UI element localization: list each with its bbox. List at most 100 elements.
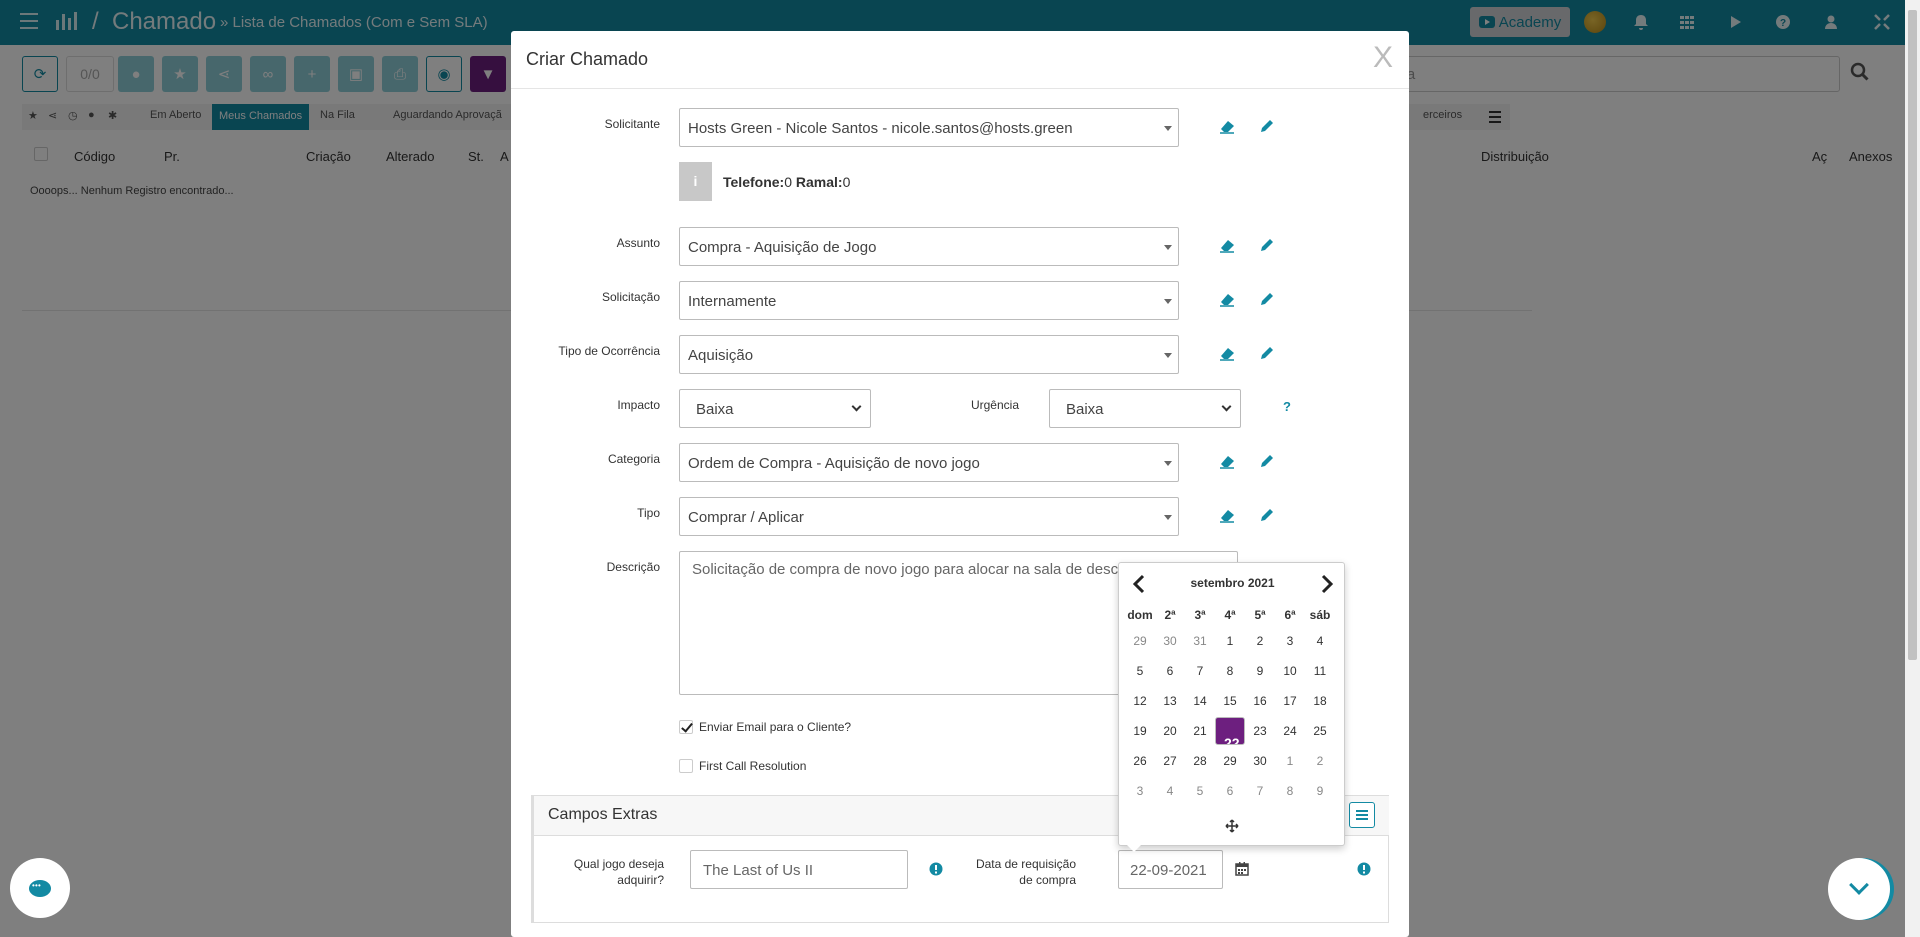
datepicker-day[interactable]: 8	[1275, 777, 1305, 805]
modal-divider	[511, 88, 1409, 89]
next-month-icon[interactable]	[1315, 573, 1337, 595]
urgencia-label: Urgência	[970, 398, 1019, 412]
tipo-label: Tipo	[637, 506, 660, 520]
datepicker-day[interactable]: 8	[1215, 657, 1245, 685]
datepicker-day[interactable]: 30	[1245, 747, 1275, 775]
solicitante-label: Solicitante	[604, 117, 660, 131]
pencil-icon[interactable]	[1258, 290, 1276, 308]
campos-extras-menu-button[interactable]	[1349, 802, 1375, 828]
impacto-select[interactable]: Baixa	[679, 389, 871, 428]
datepicker-day[interactable]: 11	[1305, 657, 1335, 685]
first-call-resolution-checkbox[interactable]	[679, 759, 693, 773]
move-icon[interactable]	[1225, 819, 1239, 833]
datepicker-dow: 3ª	[1194, 608, 1206, 622]
datepicker-day[interactable]: 3	[1275, 627, 1305, 655]
datepicker-dow: 5ª	[1254, 608, 1266, 622]
first-call-resolution-label[interactable]: First Call Resolution	[699, 759, 806, 773]
datepicker-day[interactable]: 27	[1155, 747, 1185, 775]
datepicker-day[interactable]: 10	[1275, 657, 1305, 685]
info-icon: i	[679, 162, 712, 201]
datepicker-day-selected[interactable]: 22	[1215, 717, 1245, 745]
chat-fab-button[interactable]	[10, 858, 70, 918]
pencil-icon[interactable]	[1258, 506, 1276, 524]
solicitacao-label: Solicitação	[601, 290, 660, 304]
datepicker-day[interactable]: 25	[1305, 717, 1335, 745]
datepicker-day[interactable]: 16	[1245, 687, 1275, 715]
categoria-label: Categoria	[607, 452, 660, 466]
datepicker-day[interactable]: 9	[1245, 657, 1275, 685]
datepicker-day[interactable]: 26	[1125, 747, 1155, 775]
phone-info: Telefone:0 Ramal:0	[723, 174, 851, 190]
datepicker-dow: 4ª	[1224, 608, 1236, 622]
calendar-icon[interactable]	[1234, 861, 1250, 877]
solicitante-select[interactable]: Hosts Green - Nicole Santos - nicole.san…	[679, 108, 1179, 147]
scrollbar-thumb[interactable]	[1908, 10, 1917, 660]
eraser-icon[interactable]	[1218, 506, 1236, 524]
datepicker-day[interactable]: 29	[1125, 627, 1155, 655]
solicitacao-select[interactable]: Internamente	[679, 281, 1179, 320]
eraser-icon[interactable]	[1218, 452, 1236, 470]
datepicker-day[interactable]: 13	[1155, 687, 1185, 715]
datepicker-day[interactable]: 4	[1305, 627, 1335, 655]
enviar-email-label[interactable]: Enviar Email para o Cliente?	[699, 720, 851, 734]
datepicker-day[interactable]: 31	[1185, 627, 1215, 655]
assunto-label: Assunto	[616, 236, 660, 250]
enviar-email-checkbox[interactable]	[679, 720, 693, 734]
datepicker-day[interactable]: 7	[1185, 657, 1215, 685]
datepicker-day[interactable]: 28	[1185, 747, 1215, 775]
urgencia-select[interactable]: Baixa	[1049, 389, 1241, 428]
qual-jogo-input[interactable]: The Last of Us II	[690, 850, 908, 889]
datepicker-day[interactable]: 21	[1185, 717, 1215, 745]
datepicker-day[interactable]: 5	[1125, 657, 1155, 685]
datepicker-day[interactable]: 24	[1275, 717, 1305, 745]
datepicker-day[interactable]: 19	[1125, 717, 1155, 745]
data-requisicao-input[interactable]: 22-09-2021	[1118, 850, 1223, 889]
impacto-label: Impacto	[617, 398, 660, 412]
datepicker-day[interactable]: 1	[1215, 627, 1245, 655]
datepicker-day[interactable]: 6	[1215, 777, 1245, 805]
datepicker-day[interactable]: 20	[1155, 717, 1185, 745]
datepicker-day[interactable]: 14	[1185, 687, 1215, 715]
page-scrollbar[interactable]	[1905, 0, 1920, 937]
datepicker-day[interactable]: 17	[1275, 687, 1305, 715]
datepicker-day[interactable]: 5	[1185, 777, 1215, 805]
eraser-icon[interactable]	[1218, 290, 1236, 308]
datepicker-day[interactable]: 2	[1245, 627, 1275, 655]
qual-jogo-label: Qual jogo deseja adquirir?	[573, 857, 664, 887]
prev-month-icon[interactable]	[1129, 573, 1151, 595]
datepicker-day[interactable]: 15	[1215, 687, 1245, 715]
eraser-icon[interactable]	[1218, 344, 1236, 362]
datepicker-day[interactable]: 30	[1155, 627, 1185, 655]
pencil-icon[interactable]	[1258, 452, 1276, 470]
datepicker-day[interactable]: 12	[1125, 687, 1155, 715]
datepicker: setembro 2021 dom 2ª 3ª 4ª 5ª 6ª sáb 29 30 31 1 2 3…	[1118, 562, 1345, 852]
datepicker-day[interactable]: 7	[1245, 777, 1275, 805]
datepicker-dow: 6ª	[1284, 608, 1296, 622]
categoria-select[interactable]: Ordem de Compra - Aquisição de novo jogo	[679, 443, 1179, 482]
pencil-icon[interactable]	[1258, 344, 1276, 362]
datepicker-day[interactable]: 2	[1305, 747, 1335, 775]
tipo-ocorrencia-label: Tipo de Ocorrência	[558, 344, 660, 358]
datepicker-day[interactable]: 23	[1245, 717, 1275, 745]
close-button[interactable]: X	[1373, 41, 1393, 75]
datepicker-day[interactable]: 9	[1305, 777, 1335, 805]
datepicker-month[interactable]: setembro 2021	[1159, 576, 1306, 590]
datepicker-dow: dom	[1127, 608, 1153, 622]
exclamation-icon[interactable]	[1357, 862, 1371, 876]
datepicker-day[interactable]: 1	[1275, 747, 1305, 775]
scroll-down-fab-button[interactable]	[1828, 858, 1890, 920]
datepicker-day[interactable]: 4	[1155, 777, 1185, 805]
tipo-select[interactable]: Comprar / Aplicar	[679, 497, 1179, 536]
eraser-icon[interactable]	[1218, 117, 1236, 135]
datepicker-day[interactable]: 3	[1125, 777, 1155, 805]
pencil-icon[interactable]	[1258, 117, 1276, 135]
datepicker-day[interactable]: 6	[1155, 657, 1185, 685]
tipo-ocorrencia-select[interactable]: Aquisição	[679, 335, 1179, 374]
assunto-select[interactable]: Compra - Aquisição de Jogo	[679, 227, 1179, 266]
priority-help-icon[interactable]: ?	[1283, 399, 1291, 414]
eraser-icon[interactable]	[1218, 236, 1236, 254]
datepicker-day[interactable]: 29	[1215, 747, 1245, 775]
datepicker-day[interactable]: 18	[1305, 687, 1335, 715]
pencil-icon[interactable]	[1258, 236, 1276, 254]
data-requisicao-label: Data de requisição de compra	[975, 857, 1076, 887]
